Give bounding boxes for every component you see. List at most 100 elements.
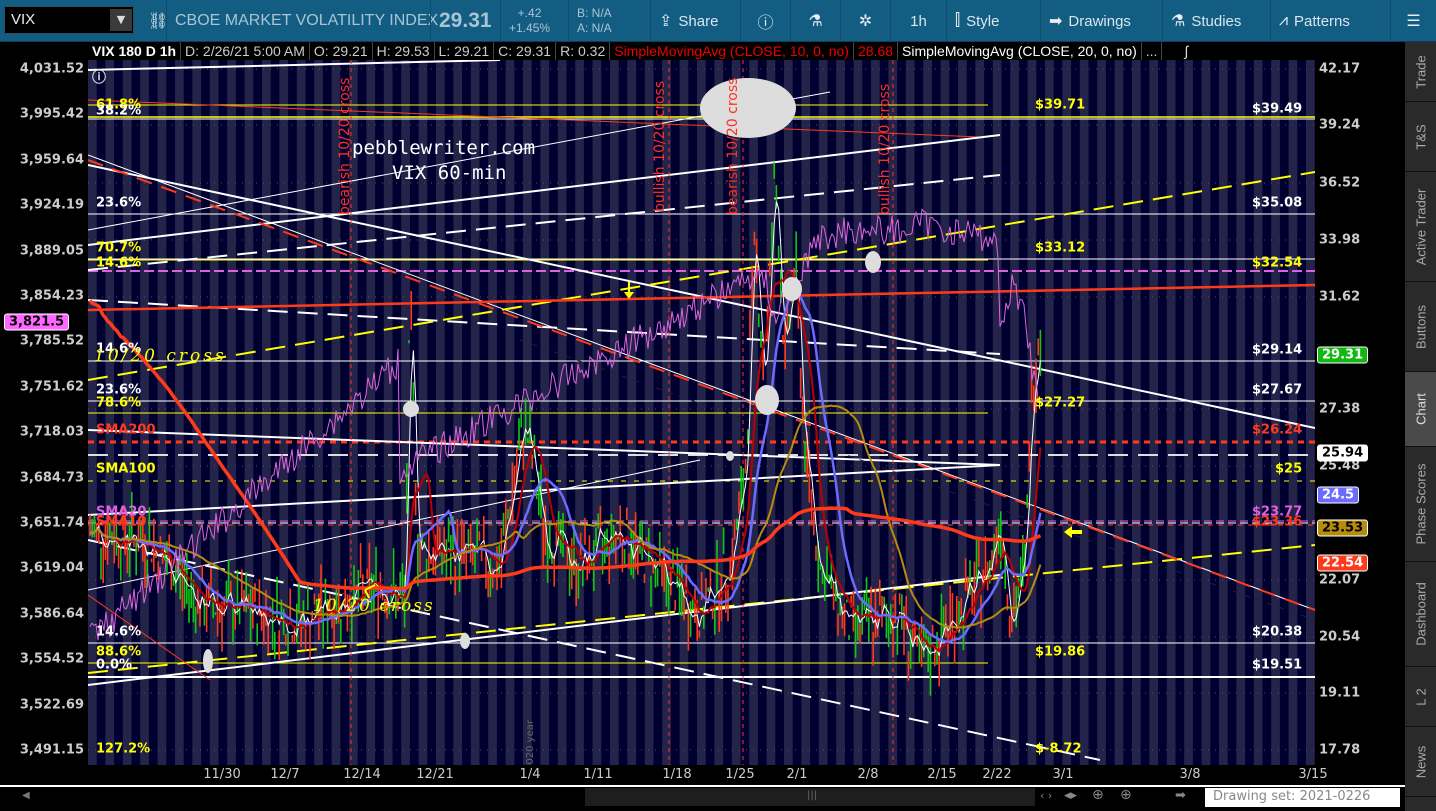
date-axis-tick: 2/22 [982, 767, 1012, 782]
sidebar-tab-label: Trade [1413, 54, 1428, 89]
zoom-icon[interactable]: ⊕ [1120, 787, 1132, 803]
spx-axis-tick: 3,586.64 [19, 606, 84, 622]
sidebar-tab-trade[interactable]: Trade [1405, 42, 1436, 102]
vix-axis-tick: 42.17 [1319, 61, 1361, 77]
chart-plot-area[interactable]: 61.8% 38.2% 23.6% 70.7% 14.6% 14.6% 23.6% 78.6%… [88, 60, 1315, 765]
info-button[interactable]: ⓘ [740, 0, 790, 42]
interval-button[interactable]: 1h [890, 0, 946, 42]
sidebar-tab-chart[interactable]: Chart [1405, 372, 1436, 447]
vix-price-axis: 42.17 39.24 36.52 33.98 31.62 27.38 25.48 22.07… [1315, 60, 1405, 765]
share-label: Share [678, 12, 719, 30]
sidebar-tab-label: News [1413, 745, 1428, 778]
highlight-ellipse [700, 78, 796, 138]
share-button[interactable]: ⇪ Share [650, 0, 726, 42]
net-change: +.42 +1.45% [500, 0, 558, 42]
sidebar-tab-active-trader[interactable]: Active Trader [1405, 172, 1436, 282]
symbol-dropdown-chevron-icon[interactable]: ▼ [110, 9, 132, 31]
change-percent: +1.45% [509, 21, 551, 35]
gear-icon: ✲ [858, 13, 873, 30]
change-value: +.42 [517, 6, 542, 20]
price-level-label: $19.86 [1035, 644, 1086, 660]
session-stripe [1010, 60, 1019, 765]
style-button[interactable]: ⫿ Style [946, 0, 1007, 42]
sma-label: SMA200 [96, 422, 156, 438]
scrollbar-thumb[interactable]: ||| [585, 788, 1035, 806]
bar-date: D: 2/26/21 5:00 AM [181, 42, 310, 60]
right-sidebar: Trade T&S Active Trader Buttons Chart Phase S… [1405, 42, 1436, 811]
vix-axis-tick: 33.98 [1319, 232, 1361, 248]
drawing-set-selector[interactable]: Drawing set: 2021-0226 [1205, 788, 1400, 807]
sma-label: SMA10 [96, 514, 147, 530]
spx-price-axis: 4,031.52 3,995.42 3,959.64 3,924.19 3,889.05… [0, 60, 88, 765]
sidebar-tab-news[interactable]: News [1405, 727, 1436, 797]
year-label: 2020 year [524, 720, 536, 765]
study-sma20-label[interactable]: SimpleMovingAvg (CLOSE, 20, 0, no) [898, 42, 1142, 60]
pan-arrows-icon[interactable]: ‹ › [1040, 789, 1052, 802]
price-badge: 24.5 [1317, 486, 1360, 504]
date-axis-tick: 1/11 [583, 767, 613, 782]
price-level-label: $29.14 [1252, 342, 1303, 358]
cross-vertical-label: bullish 10/20 cross [877, 83, 893, 215]
study-sma10-label[interactable]: SimpleMovingAvg (CLOSE, 10, 0, no) [610, 42, 854, 60]
sidebar-tab-label: Active Trader [1413, 188, 1428, 265]
price-level-label: $25 [1275, 461, 1303, 477]
spx-axis-tick: 3,491.15 [19, 742, 84, 758]
bid: B: N/A [577, 6, 612, 20]
fib-level-label: 0.0% [96, 657, 133, 673]
session-stripe [1184, 60, 1193, 765]
settings-button[interactable]: ✲ [840, 0, 890, 42]
spx-axis-tick: 3,554.52 [19, 651, 84, 667]
study-curve-icon[interactable]: ∫ [1180, 42, 1192, 60]
price-level-label: $39.49 [1252, 101, 1303, 117]
highlight-ellipse [403, 401, 419, 417]
arrow-right-icon: ➡ [1049, 13, 1063, 30]
patterns-button[interactable]: ⩘ Patterns [1270, 0, 1358, 42]
bar-range: R: 0.32 [556, 42, 611, 60]
price-level-label: $20.38 [1252, 624, 1303, 640]
toolbar: VIX ▼ ⛓ CBOE MARKET VOLATILITY INDEX 29.… [0, 0, 1436, 42]
studies-button[interactable]: ⚗ Studies [1162, 0, 1249, 42]
sidebar-tab-label: Chart [1413, 393, 1428, 425]
fib-level-label: 23.6% [96, 195, 142, 211]
spx-last-price-badge: 3,821.5 [4, 313, 70, 331]
alert-icon[interactable]: ⓘ [92, 67, 106, 87]
drawings-button[interactable]: ➡ Drawings [1040, 0, 1139, 42]
sidebar-tab-label: Phase Scores [1413, 463, 1428, 545]
sidebar-tab-dashboard[interactable]: Dashboard [1405, 562, 1436, 667]
price-badge: 22.54 [1317, 554, 1369, 572]
vix-axis-tick: 22.07 [1319, 572, 1361, 588]
price-level-label: $39.71 [1035, 97, 1086, 113]
last-price: 29.31 [430, 0, 500, 42]
sidebar-tab-buttons[interactable]: Buttons [1405, 282, 1436, 372]
crosshair-icon[interactable]: ⊕ [1092, 787, 1104, 803]
session-stripe [1149, 60, 1159, 765]
fib-level-label: 78.6% [96, 395, 142, 411]
sidebar-tab-label: T&S [1413, 123, 1428, 150]
vix-axis-tick: 20.54 [1319, 629, 1361, 645]
sidebar-tab-l-2[interactable]: L 2 [1405, 667, 1436, 727]
flask-button[interactable]: ⚗ [790, 0, 840, 42]
menu-button[interactable]: ☰ [1390, 0, 1436, 42]
sidebar-tab-phase-scores[interactable]: Phase Scores [1405, 447, 1436, 562]
date-axis-tick: 2/15 [927, 767, 957, 782]
fib-level-label: 127.2% [96, 741, 151, 757]
more-studies[interactable]: ... [1142, 42, 1163, 60]
info-icon: ⓘ [757, 15, 774, 32]
price-badge: 23.53 [1317, 519, 1369, 537]
sidebar-tab-t-s[interactable]: T&S [1405, 102, 1436, 172]
date-axis-tick: 3/8 [1179, 767, 1201, 782]
price-level-label: $27.67 [1252, 382, 1303, 398]
date-axis-tick: 12/14 [343, 767, 381, 782]
scroll-left-icon[interactable]: ◀ [22, 790, 30, 801]
bar-open: O: 29.21 [310, 42, 373, 60]
session-stripe [1219, 60, 1228, 765]
expand-icon[interactable]: ◂▸ [1064, 788, 1077, 803]
spx-axis-tick: 3,718.03 [19, 424, 84, 440]
vix-axis-tick: 17.78 [1319, 742, 1361, 758]
price-level-label: $19.51 [1252, 657, 1303, 673]
symbol-description: CBOE MARKET VOLATILITY INDEX [166, 0, 446, 42]
spx-axis-tick: 3,751.62 [19, 379, 84, 395]
session-stripe [1201, 60, 1211, 765]
vix-axis-tick: 36.52 [1319, 175, 1361, 191]
highlight-ellipse [782, 277, 802, 301]
